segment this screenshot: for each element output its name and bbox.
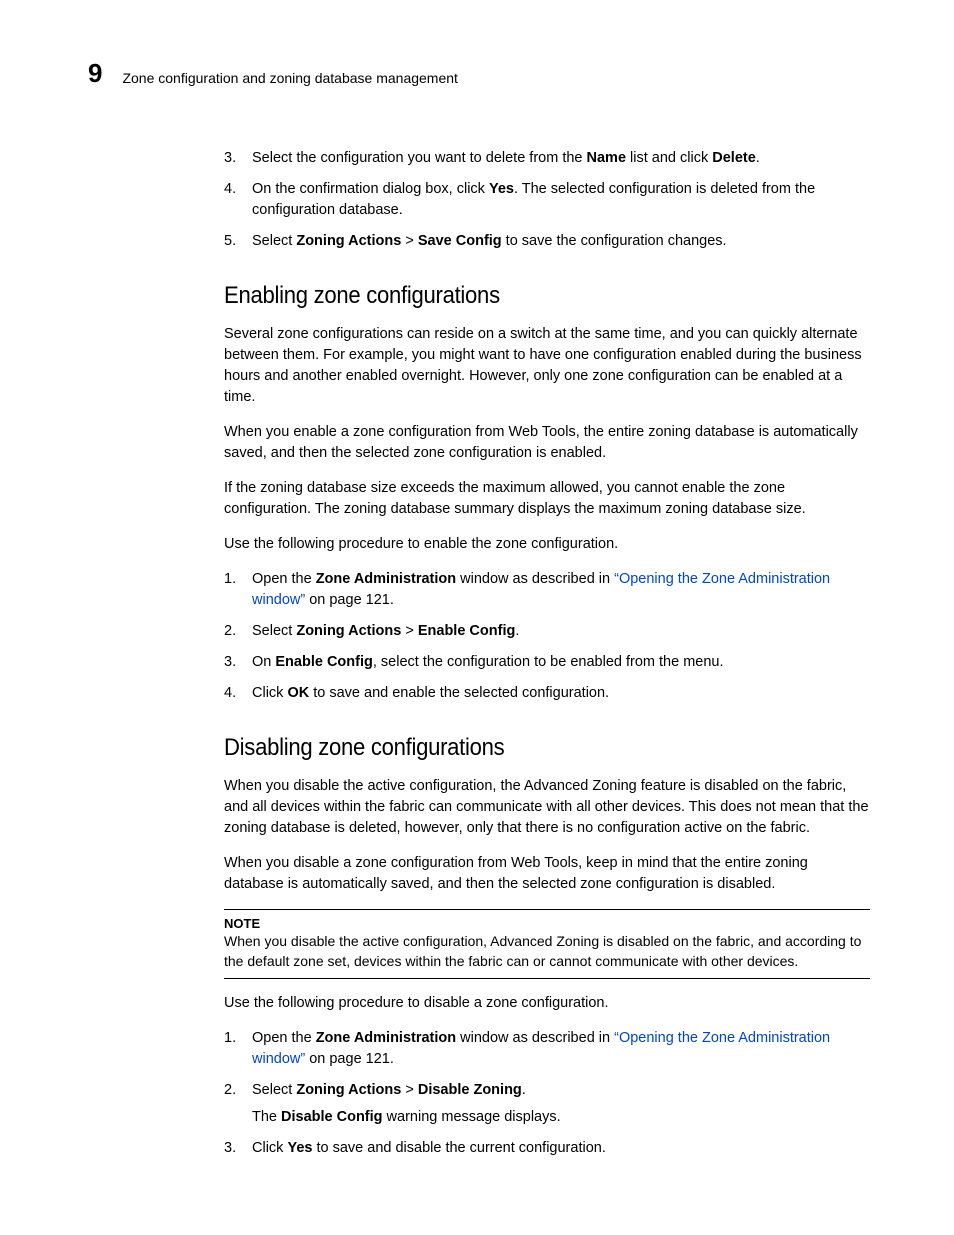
disable-step-1: Open the Zone Administration window as d… xyxy=(224,1028,870,1070)
enable-step-3: On Enable Config, select the configurati… xyxy=(224,652,870,673)
zoning-actions-menu: Zoning Actions xyxy=(296,1082,401,1098)
delete-button-label: Delete xyxy=(712,150,756,166)
running-title: Zone configuration and zoning database m… xyxy=(122,70,457,86)
yes-button-label: Yes xyxy=(287,1140,312,1156)
disable-zoning-menu: Disable Zoning xyxy=(418,1082,522,1098)
disable-para-3: Use the following procedure to disable a… xyxy=(224,993,870,1014)
disable-steps: Open the Zone Administration window as d… xyxy=(224,1028,870,1159)
zone-admin-window: Zone Administration xyxy=(316,571,456,587)
page: 9 Zone configuration and zoning database… xyxy=(0,0,954,1235)
note-box: NOTE When you disable the active configu… xyxy=(224,909,870,978)
enable-config-dialog: Enable Config xyxy=(275,654,372,670)
zone-admin-window: Zone Administration xyxy=(316,1030,456,1046)
note-body: When you disable the active configuratio… xyxy=(224,932,870,971)
disable-config-dialog: Disable Config xyxy=(281,1109,383,1125)
enable-steps: Open the Zone Administration window as d… xyxy=(224,569,870,704)
content: Select the configuration you want to del… xyxy=(224,148,870,1159)
save-config-menu: Save Config xyxy=(418,233,502,249)
disable-step-2-sub: The Disable Config warning message displ… xyxy=(252,1107,870,1128)
heading-disabling: Disabling zone configurations xyxy=(224,734,870,762)
enable-step-2: Select Zoning Actions > Enable Config. xyxy=(224,621,870,642)
enable-step-4: Click OK to save and enable the selected… xyxy=(224,683,870,704)
running-header: 9 Zone configuration and zoning database… xyxy=(88,60,870,86)
step-4: On the confirmation dialog box, click Ye… xyxy=(224,179,870,221)
note-label: NOTE xyxy=(224,916,870,931)
zoning-actions-menu: Zoning Actions xyxy=(296,233,401,249)
enable-para-4: Use the following procedure to enable th… xyxy=(224,534,870,555)
enable-para-3: If the zoning database size exceeds the … xyxy=(224,478,870,520)
step-5: Select Zoning Actions > Save Config to s… xyxy=(224,231,870,252)
enable-para-1: Several zone configurations can reside o… xyxy=(224,324,870,408)
disable-para-1: When you disable the active configuratio… xyxy=(224,776,870,839)
deleting-config-steps: Select the configuration you want to del… xyxy=(224,148,870,252)
disable-step-3: Click Yes to save and disable the curren… xyxy=(224,1138,870,1159)
enable-step-1: Open the Zone Administration window as d… xyxy=(224,569,870,611)
name-list-label: Name xyxy=(587,150,627,166)
yes-button-label: Yes xyxy=(489,181,514,197)
ok-button-label: OK xyxy=(287,685,309,701)
step-3: Select the configuration you want to del… xyxy=(224,148,870,169)
enable-para-2: When you enable a zone configuration fro… xyxy=(224,422,870,464)
zoning-actions-menu: Zoning Actions xyxy=(296,623,401,639)
heading-enabling: Enabling zone configurations xyxy=(224,282,870,310)
disable-para-2: When you disable a zone configuration fr… xyxy=(224,853,870,895)
chapter-number: 9 xyxy=(88,60,102,86)
enable-config-menu: Enable Config xyxy=(418,623,515,639)
disable-step-2: Select Zoning Actions > Disable Zoning. … xyxy=(224,1080,870,1128)
